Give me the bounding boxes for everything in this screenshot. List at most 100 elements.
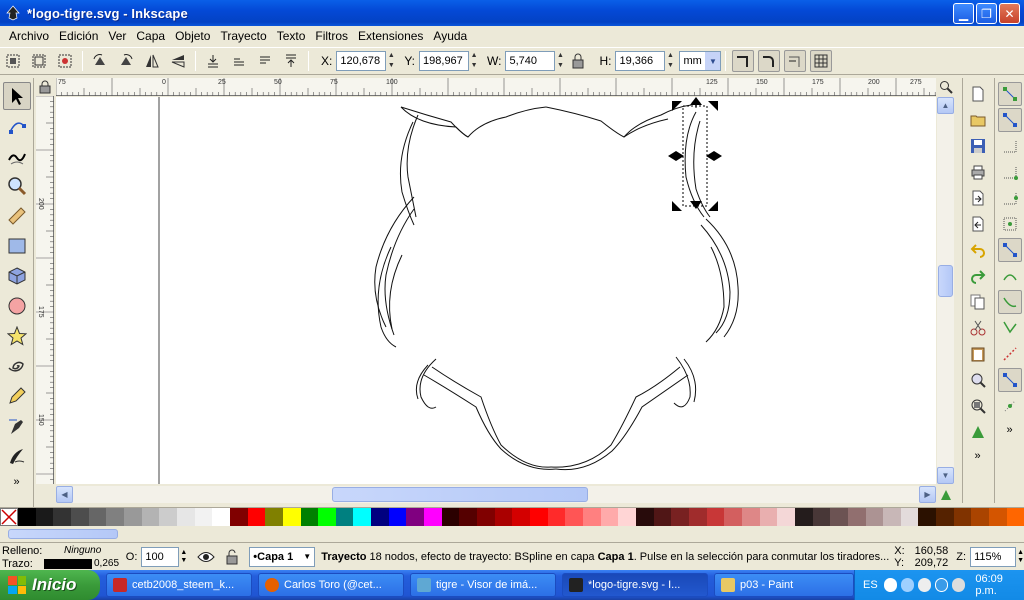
spiral-tool[interactable] xyxy=(3,352,31,380)
vertical-scroll-thumb[interactable] xyxy=(938,265,953,297)
scale-handle-e[interactable] xyxy=(706,151,722,161)
palette-swatch[interactable] xyxy=(618,508,636,526)
palette-swatch[interactable] xyxy=(18,508,36,526)
palette-swatch[interactable] xyxy=(812,508,831,526)
palette-swatch[interactable] xyxy=(265,508,283,526)
zoom-tool[interactable] xyxy=(3,172,31,200)
move-patterns-button[interactable] xyxy=(810,50,833,72)
palette-swatch[interactable] xyxy=(159,508,177,526)
export-button[interactable] xyxy=(966,212,990,236)
palette-swatch[interactable] xyxy=(388,508,407,526)
palette-swatch[interactable] xyxy=(53,508,71,526)
select-all-button[interactable] xyxy=(2,50,24,72)
cut-button[interactable] xyxy=(966,316,990,340)
deselect-button[interactable] xyxy=(54,50,76,72)
fill-value[interactable]: Ninguno xyxy=(64,545,101,556)
rectangle-tool[interactable] xyxy=(3,232,31,260)
layer-visibility-button[interactable] xyxy=(195,546,217,568)
palette-swatch[interactable] xyxy=(1006,508,1024,526)
taskbar-item-image-viewer[interactable]: tigre - Visor de imá... xyxy=(410,573,556,597)
zoom-corner-button[interactable] xyxy=(937,78,955,96)
redo-button[interactable] xyxy=(966,264,990,288)
palette-swatch[interactable] xyxy=(282,508,301,526)
snap-paths-button[interactable] xyxy=(998,264,1022,288)
horizontal-ruler[interactable]: 75 0 25 50 75 100 125 150 175 200 275 xyxy=(55,78,936,96)
more-commands-chevron-icon[interactable]: » xyxy=(974,450,980,462)
snap-nodes-button[interactable] xyxy=(997,238,1022,262)
copy-button[interactable] xyxy=(966,290,990,314)
palette-swatch[interactable] xyxy=(547,508,566,526)
stroke-width-value[interactable]: 0,265 xyxy=(94,558,119,569)
palette-swatch[interactable] xyxy=(441,508,460,526)
palette-swatch[interactable] xyxy=(512,508,531,526)
snap-bbox-button[interactable] xyxy=(997,108,1022,132)
more-snap-chevron-icon[interactable]: » xyxy=(1006,424,1012,436)
menu-trayecto[interactable]: Trayecto xyxy=(215,29,271,43)
lower-button[interactable] xyxy=(228,50,250,72)
palette-swatch[interactable] xyxy=(530,508,548,526)
scroll-right-arrow[interactable]: ▶ xyxy=(919,486,936,503)
chevron-left-icon[interactable] xyxy=(883,578,897,592)
pencil-tool[interactable] xyxy=(3,382,31,410)
scale-handle-nw[interactable] xyxy=(672,101,682,111)
paste-button[interactable] xyxy=(966,342,990,366)
lock-ratio-button[interactable] xyxy=(567,50,589,72)
snap-cusp-nodes-button[interactable] xyxy=(998,316,1022,340)
menu-filtros[interactable]: Filtros xyxy=(310,29,353,43)
palette-swatch[interactable] xyxy=(565,508,583,526)
unit-select[interactable]: mm ▼ xyxy=(679,51,722,71)
scale-corners-button[interactable] xyxy=(758,50,781,72)
menu-extensiones[interactable]: Extensiones xyxy=(353,29,428,43)
palette-swatch[interactable] xyxy=(777,508,795,526)
color-manage-toggle[interactable] xyxy=(937,486,954,503)
import-button[interactable] xyxy=(966,186,990,210)
palette-swatch[interactable] xyxy=(477,508,495,526)
snap-smooth-nodes-button[interactable] xyxy=(998,342,1022,366)
calligraphy-tool[interactable] xyxy=(3,442,31,470)
pen-tool[interactable] xyxy=(3,412,31,440)
scale-handle-ne[interactable] xyxy=(708,101,718,111)
palette-scrollbar[interactable] xyxy=(0,528,1024,540)
rotate-ccw-button[interactable] xyxy=(89,50,111,72)
palette-swatch[interactable] xyxy=(212,508,230,526)
palette-swatch[interactable] xyxy=(671,508,689,526)
palette-swatch[interactable] xyxy=(989,508,1007,526)
menu-objeto[interactable]: Objeto xyxy=(170,29,215,43)
new-document-button[interactable] xyxy=(966,82,990,106)
start-button[interactable]: Inicio xyxy=(0,570,100,600)
ellipse-tool[interactable] xyxy=(3,292,31,320)
horizontal-scrollbar[interactable]: ◀ ▶ xyxy=(56,486,936,503)
x-spin-arrows[interactable]: ▲ ▼ xyxy=(386,51,396,71)
zoom-page-button[interactable] xyxy=(966,420,990,444)
palette-swatch[interactable] xyxy=(459,508,478,526)
palette-swatch[interactable] xyxy=(141,508,160,526)
snap-bbox-edges-button[interactable] xyxy=(998,134,1022,158)
palette-swatch[interactable] xyxy=(600,508,619,526)
palette-swatch[interactable] xyxy=(424,508,442,526)
scroll-up-arrow[interactable]: ▲ xyxy=(937,97,954,114)
node-tool[interactable] xyxy=(3,112,31,140)
palette-swatch[interactable] xyxy=(918,508,937,526)
drawing-canvas[interactable] xyxy=(56,97,936,484)
tweak-tool[interactable] xyxy=(3,142,31,170)
restore-button[interactable]: ❐ xyxy=(976,3,997,24)
palette-swatch[interactable] xyxy=(123,508,142,526)
menu-capa[interactable]: Capa xyxy=(131,29,170,43)
palette-swatch[interactable] xyxy=(176,508,195,526)
palette-swatch[interactable] xyxy=(688,508,707,526)
print-button[interactable] xyxy=(966,160,990,184)
palette-swatch[interactable] xyxy=(353,508,372,526)
scale-handle-s[interactable] xyxy=(690,201,702,209)
x-spinbox[interactable]: ▲▼ xyxy=(336,51,396,71)
w-spinbox[interactable]: ▲▼ xyxy=(505,51,565,71)
guide-lock-button[interactable] xyxy=(36,78,54,96)
palette-swatch[interactable] xyxy=(247,508,266,526)
snap-intersections-button[interactable] xyxy=(997,290,1022,314)
palette-swatch[interactable] xyxy=(70,508,89,526)
snap-others-button[interactable] xyxy=(997,368,1022,392)
y-spinbox[interactable]: ▲▼ xyxy=(419,51,479,71)
scale-handle-se[interactable] xyxy=(708,201,718,211)
flip-vertical-button[interactable] xyxy=(167,50,189,72)
snap-grid-button[interactable] xyxy=(998,394,1022,418)
palette-swatch[interactable] xyxy=(759,508,778,526)
